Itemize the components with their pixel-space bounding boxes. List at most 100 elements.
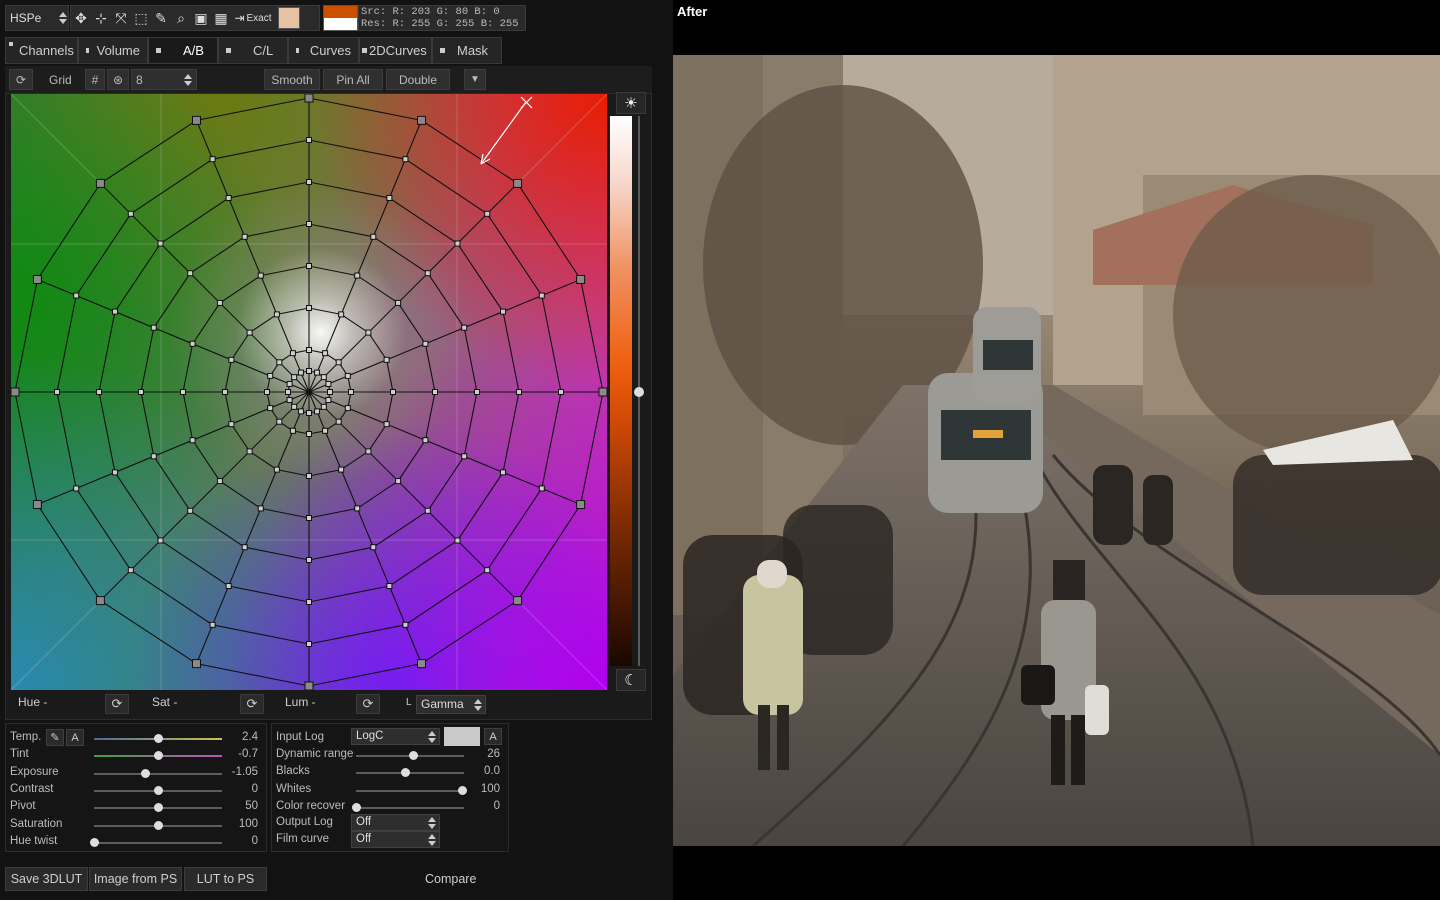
grid-node[interactable] (383, 421, 390, 428)
input-log-swatch[interactable] (444, 727, 480, 746)
grid-node[interactable] (191, 115, 201, 125)
grid-node[interactable] (338, 466, 345, 473)
grid-node[interactable] (157, 240, 164, 247)
grid-node[interactable] (291, 374, 298, 381)
grid-node[interactable] (322, 350, 329, 357)
grid-node[interactable] (576, 274, 586, 284)
polar-grid-overlay[interactable] (11, 94, 607, 690)
grid-node[interactable] (598, 387, 607, 397)
grid-node[interactable] (111, 308, 118, 315)
grid-node[interactable] (276, 418, 283, 425)
grid-node[interactable] (257, 272, 264, 279)
lut-to-ps-button[interactable]: LUT to PS (184, 867, 267, 891)
grid-node[interactable] (285, 389, 291, 395)
grid-node[interactable] (402, 621, 409, 628)
grid-node[interactable] (370, 544, 377, 551)
grid-node[interactable] (484, 210, 491, 217)
grid-node[interactable] (306, 263, 312, 269)
grid-node[interactable] (365, 448, 372, 455)
grid-node[interactable] (386, 194, 393, 201)
grid-node[interactable] (320, 374, 327, 381)
grid-node[interactable] (454, 537, 461, 544)
image-from-ps-button[interactable]: Image from PS (89, 867, 182, 891)
tab-2dcurves[interactable]: 2DCurves (359, 37, 432, 64)
grid-node[interactable] (291, 403, 298, 410)
slider-track[interactable] (94, 772, 222, 775)
menu-dropdown-button[interactable]: ▼ (464, 69, 486, 90)
select-rect-icon[interactable]: ⬚ (131, 7, 151, 29)
lum-reset-button[interactable]: ⟳ (356, 694, 380, 714)
grid-node[interactable] (127, 567, 134, 574)
input-auto-button[interactable]: A (484, 728, 502, 745)
slider-knob[interactable] (90, 837, 99, 847)
grid-node[interactable] (500, 308, 507, 315)
reset-button[interactable]: ⟳ (9, 69, 33, 90)
grid-node[interactable] (216, 478, 223, 485)
pin-all-button[interactable]: Pin All (323, 69, 383, 90)
grid-node[interactable] (187, 270, 194, 277)
grid-node[interactable] (189, 437, 196, 444)
zoom-icon[interactable]: ⌕ (171, 7, 191, 29)
grid-node[interactable] (322, 427, 329, 434)
grid-node[interactable] (344, 405, 351, 412)
slider-track[interactable] (94, 841, 222, 844)
grid-node[interactable] (273, 466, 280, 473)
grid-node[interactable] (209, 156, 216, 163)
grid-square-button[interactable]: # (85, 69, 105, 90)
grid-node[interactable] (306, 473, 312, 479)
grid-node[interactable] (96, 389, 102, 395)
slider-knob[interactable] (457, 785, 467, 795)
brightness-button[interactable]: ☀ (616, 92, 646, 114)
grid-node[interactable] (424, 507, 431, 514)
grid-node[interactable] (314, 408, 321, 415)
grid-node[interactable] (306, 641, 312, 647)
grid-node[interactable] (538, 292, 545, 299)
grid-size-select[interactable]: 8 (131, 69, 197, 90)
grid-node[interactable] (306, 368, 312, 374)
mode-select[interactable]: HSPe (5, 5, 69, 31)
grid-node[interactable] (191, 659, 201, 669)
grid-node[interactable] (461, 453, 468, 460)
eyedropper-button[interactable]: ✎ (46, 729, 64, 746)
hue-reset-button[interactable]: ⟳ (105, 694, 129, 714)
slider-knob[interactable] (154, 734, 163, 743)
grid-node[interactable] (32, 274, 42, 284)
grid-node[interactable] (306, 557, 312, 563)
grid-node[interactable] (325, 380, 332, 387)
grid-node[interactable] (11, 387, 20, 397)
grid-node[interactable] (390, 389, 396, 395)
grid-node[interactable] (286, 397, 293, 404)
grid-node[interactable] (461, 324, 468, 331)
grid-node[interactable] (228, 356, 235, 363)
grid-node[interactable] (297, 369, 304, 376)
grid-node[interactable] (365, 329, 372, 336)
move-icon[interactable]: ✥ (71, 7, 91, 29)
grid-node[interactable] (484, 567, 491, 574)
grid-polar-button[interactable]: ⊛ (107, 69, 129, 90)
grid-node[interactable] (314, 369, 321, 376)
grid-node[interactable] (395, 299, 402, 306)
grid-node[interactable] (189, 340, 196, 347)
grid-node[interactable] (500, 469, 507, 476)
tab-channels[interactable]: Channels (5, 37, 78, 64)
grid-node[interactable] (225, 194, 232, 201)
tab-ab[interactable]: A/B (148, 37, 218, 64)
grid-node[interactable] (95, 596, 105, 606)
grid-node[interactable] (289, 427, 296, 434)
grid-node[interactable] (417, 659, 427, 669)
grid-node[interactable] (516, 389, 522, 395)
grid-node[interactable] (513, 596, 523, 606)
compare-button[interactable]: Compare (425, 872, 476, 886)
grid-node[interactable] (306, 410, 312, 416)
grid-node[interactable] (306, 221, 312, 227)
grid-node[interactable] (304, 94, 314, 103)
grid-node[interactable] (344, 372, 351, 379)
grid-node[interactable] (338, 311, 345, 318)
grid-node[interactable] (209, 621, 216, 628)
smooth-button[interactable]: Smooth (264, 69, 320, 90)
grid-node[interactable] (306, 305, 312, 311)
grid-node[interactable] (276, 359, 283, 366)
grid-node[interactable] (306, 137, 312, 143)
grid-node[interactable] (225, 583, 232, 590)
grid-node[interactable] (286, 380, 293, 387)
